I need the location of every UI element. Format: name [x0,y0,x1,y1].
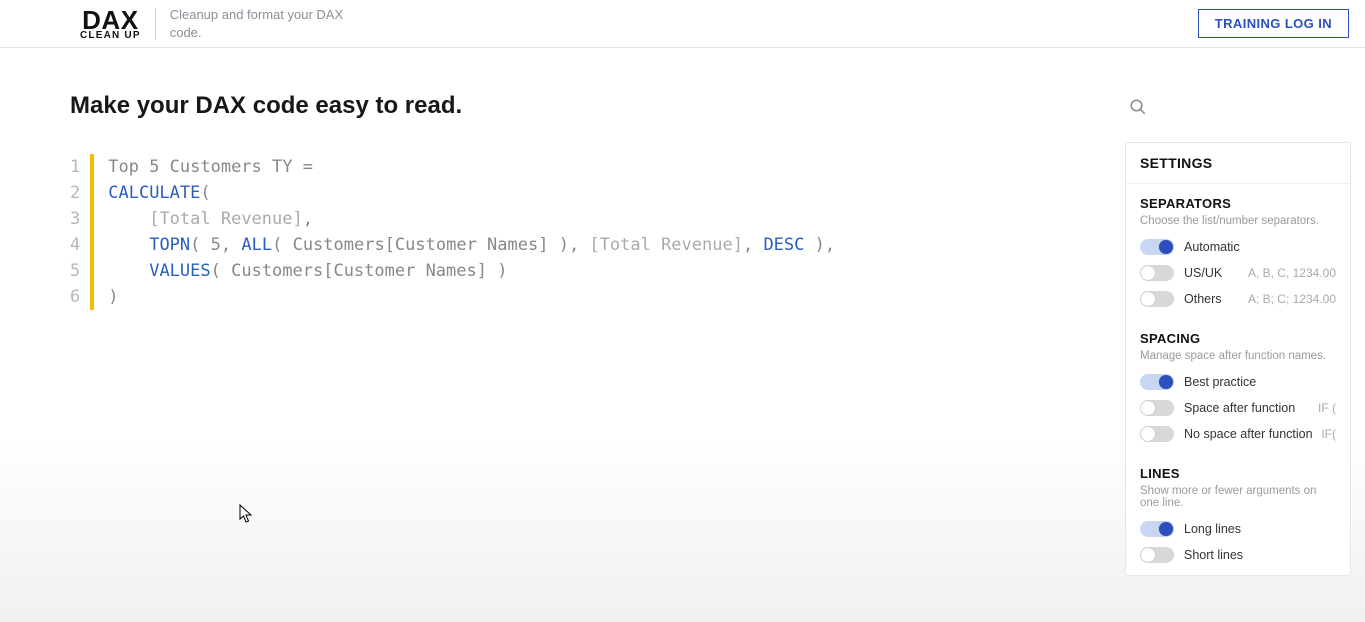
code-token: [Total Revenue] [149,209,303,229]
logo-subtitle: CLEAN UP [80,31,141,41]
lines-section: LINES Show more or fewer arguments on on… [1126,454,1350,575]
separators-desc: Choose the list/number separators. [1140,215,1336,227]
option-hint: IF ( [1318,401,1336,415]
option-label: US/UK [1184,266,1248,280]
option-hint: A, B, C, 1234.00 [1248,266,1336,280]
lines-title: LINES [1140,466,1336,481]
line-number: 2 [70,180,80,206]
option-label: Automatic [1184,240,1336,254]
code-token: TOPN [149,235,190,255]
code-token: 5 [211,235,221,255]
code-line[interactable]: ) [108,284,835,310]
settings-header: SETTINGS [1126,143,1350,184]
code-area[interactable]: Top 5 Customers TY =CALCULATE( [Total Re… [108,154,835,310]
separators-option[interactable]: OthersA; B; C; 1234.00 [1140,287,1336,311]
option-label: No space after function [1184,427,1321,441]
header-divider [155,8,156,40]
code-token: ) [108,287,118,307]
tagline: Cleanup and format your DAX code. [170,6,370,41]
modified-marker [90,154,94,310]
code-line[interactable]: VALUES( Customers[Customer Names] ) [108,258,835,284]
spacing-section: SPACING Manage space after function name… [1126,319,1350,454]
spacing-option[interactable]: No space after functionIF( [1140,422,1336,446]
separators-option[interactable]: US/UKA, B, C, 1234.00 [1140,261,1336,285]
lines-desc: Show more or fewer arguments on one line… [1140,485,1336,509]
code-editor[interactable]: 123456 Top 5 Customers TY =CALCULATE( [T… [70,154,1095,310]
code-token: ( [272,235,292,255]
option-label: Others [1184,292,1248,306]
option-label: Space after function [1184,401,1318,415]
code-token: CALCULATE [108,183,200,203]
line-number: 3 [70,206,80,232]
option-hint: IF( [1321,427,1336,441]
separators-section: SEPARATORS Choose the list/number separa… [1126,184,1350,319]
spacing-option[interactable]: Best practice [1140,370,1336,394]
option-label: Short lines [1184,548,1336,562]
separators-title: SEPARATORS [1140,196,1336,211]
toggle[interactable] [1140,426,1174,442]
logo-main: DAX [82,7,138,33]
option-hint: A; B; C; 1234.00 [1248,292,1336,306]
code-token: ) [548,235,568,255]
code-token: [Total Revenue] [589,235,743,255]
line-gutter: 123456 [70,154,90,310]
option-label: Best practice [1184,375,1336,389]
settings-panel: SETTINGS SEPARATORS Choose the list/numb… [1125,142,1351,576]
spacing-title: SPACING [1140,331,1336,346]
code-token: ( [190,235,210,255]
line-number: 4 [70,232,80,258]
code-token: VALUES [149,261,210,281]
code-token: DESC [763,235,804,255]
code-token: Customers[Customer Names] [293,235,549,255]
code-line[interactable]: [Total Revenue], [108,206,835,232]
toggle[interactable] [1140,547,1174,563]
toggle[interactable] [1140,239,1174,255]
header: DAX CLEAN UP Cleanup and format your DAX… [0,0,1365,48]
code-line[interactable]: TOPN( 5, ALL( Customers[Customer Names] … [108,232,835,258]
code-token: ) [487,261,507,281]
code-token: ( [200,183,210,203]
code-token: ) [804,235,824,255]
line-number: 6 [70,284,80,310]
code-token: , [303,209,313,229]
code-line[interactable]: Top 5 Customers TY = [108,154,835,180]
code-token: , [221,235,241,255]
code-line[interactable]: CALCULATE( [108,180,835,206]
toggle[interactable] [1140,400,1174,416]
code-token: ALL [241,235,272,255]
code-token: = [303,157,313,177]
code-token [108,261,149,281]
toggle[interactable] [1140,265,1174,281]
code-token: , [743,235,763,255]
toggle[interactable] [1140,374,1174,390]
spacing-desc: Manage space after function names. [1140,350,1336,362]
line-number: 5 [70,258,80,284]
lines-option[interactable]: Short lines [1140,543,1336,567]
lines-option[interactable]: Long lines [1140,517,1336,541]
code-token: ( [211,261,231,281]
option-label: Long lines [1184,522,1336,536]
logo[interactable]: DAX CLEAN UP [80,7,141,41]
separators-option[interactable]: Automatic [1140,235,1336,259]
spacing-option[interactable]: Space after functionIF ( [1140,396,1336,420]
code-token: Customers[Customer Names] [231,261,487,281]
line-number: 1 [70,154,80,180]
training-login-button[interactable]: TRAINING LOG IN [1198,9,1349,38]
code-token: , [569,235,589,255]
code-token: , [825,235,835,255]
code-token: Top 5 Customers TY [108,157,302,177]
toggle[interactable] [1140,521,1174,537]
toggle[interactable] [1140,291,1174,307]
page-title: Make your DAX code easy to read. [70,92,1095,120]
code-token [108,209,149,229]
code-token [108,235,149,255]
search-icon[interactable] [1129,98,1147,121]
